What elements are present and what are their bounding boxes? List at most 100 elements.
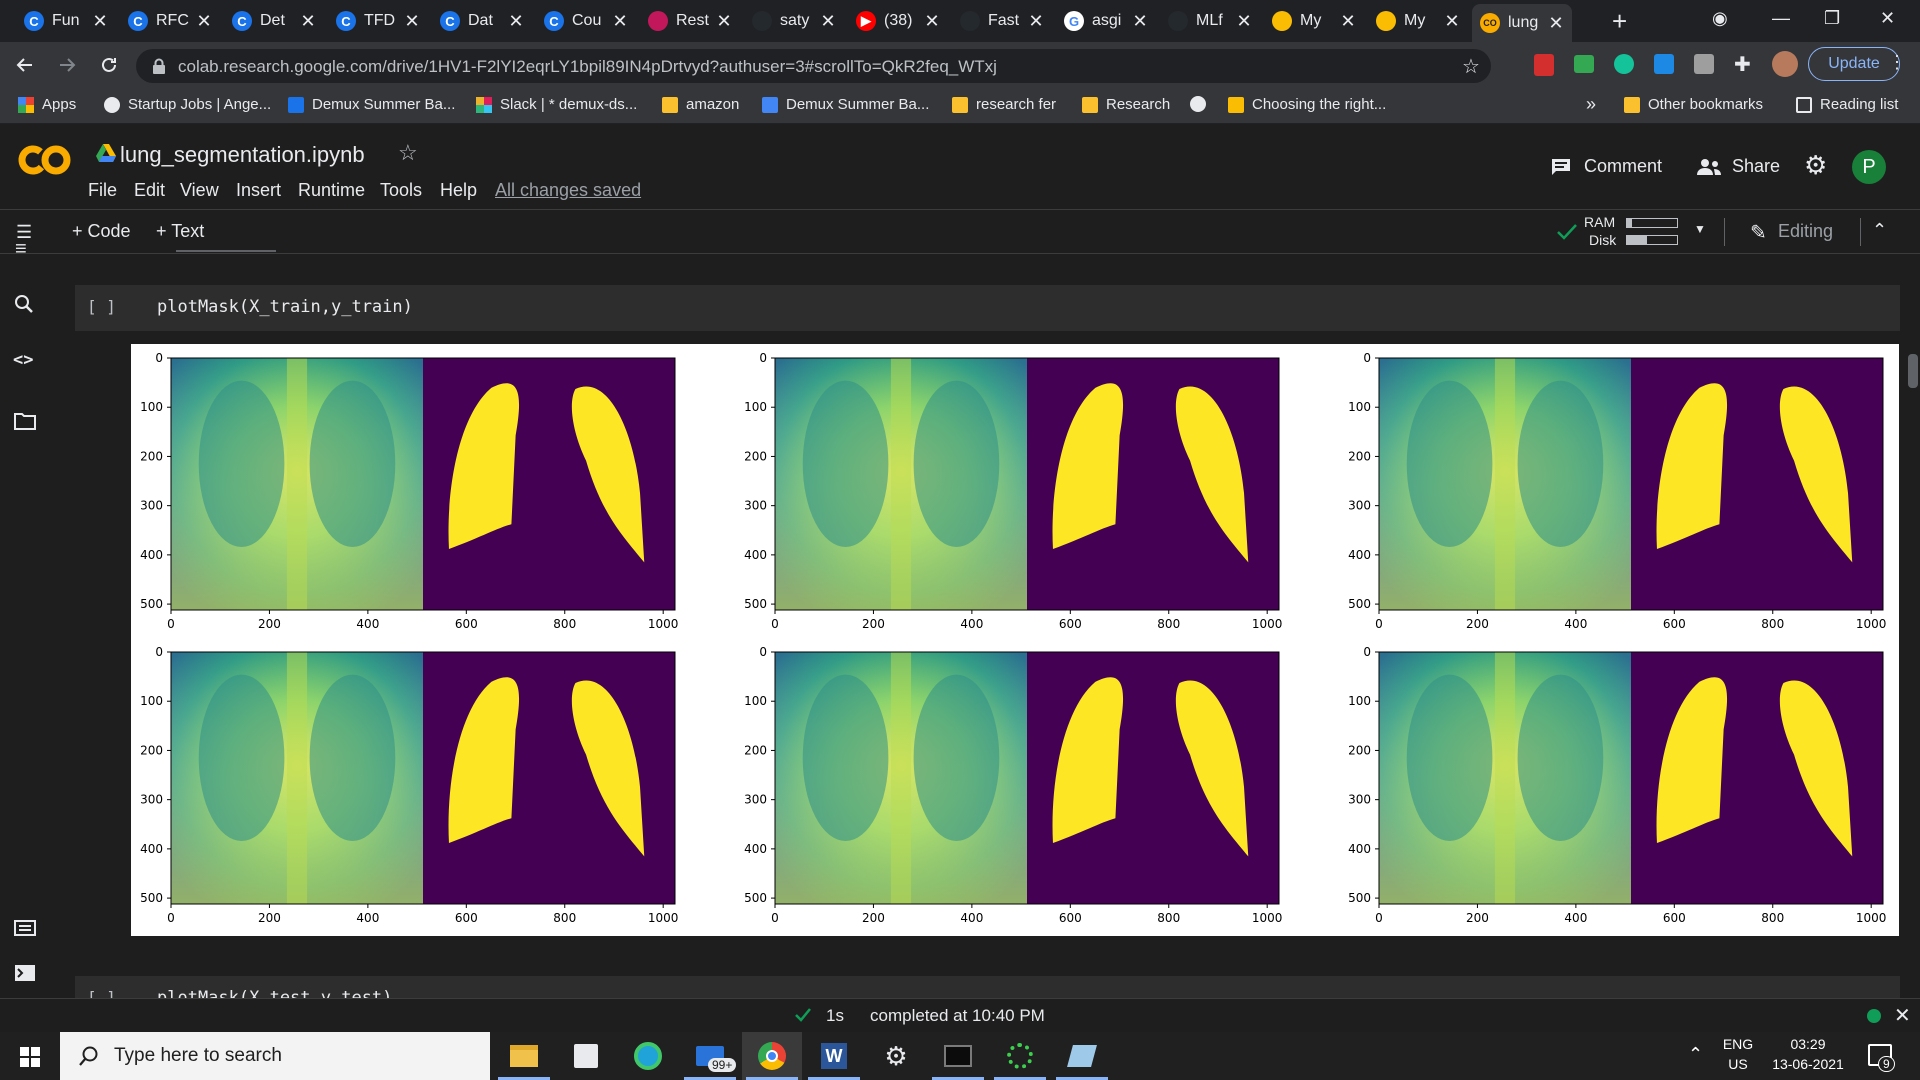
- menu-edit[interactable]: Edit: [134, 180, 165, 201]
- tab-close-icon[interactable]: ✕: [1548, 13, 1564, 34]
- tab-close-icon[interactable]: ✕: [1132, 11, 1148, 32]
- other-bookmarks[interactable]: Other bookmarks: [1624, 96, 1763, 113]
- star-icon[interactable]: ☆: [398, 140, 418, 166]
- save-status[interactable]: All changes saved: [495, 180, 641, 201]
- ram-meter[interactable]: [1626, 218, 1678, 228]
- browser-tab[interactable]: C RFC ✕: [120, 6, 220, 36]
- browser-tab[interactable]: Gasgi ✕: [1056, 6, 1156, 36]
- browser-tab[interactable]: Rest ✕: [640, 6, 740, 36]
- tab-close-icon[interactable]: ✕: [508, 11, 524, 32]
- browser-tab[interactable]: C Cou ✕: [536, 6, 636, 36]
- terminal-icon[interactable]: [14, 964, 36, 982]
- bookmark-item[interactable]: Demux Summer Ba...: [762, 96, 929, 113]
- tab-close-icon[interactable]: ✕: [716, 11, 732, 32]
- edge-app[interactable]: [618, 1032, 678, 1080]
- new-tab-button[interactable]: +: [1612, 6, 1627, 37]
- browser-tab[interactable]: My ✕: [1368, 6, 1468, 36]
- comment-button[interactable]: Comment: [1550, 156, 1662, 177]
- settings-gear-icon[interactable]: ⚙: [1804, 150, 1827, 181]
- menu-runtime[interactable]: Runtime: [298, 180, 365, 201]
- file-explorer-app[interactable]: [494, 1032, 554, 1080]
- menu-file[interactable]: File: [88, 180, 117, 201]
- bookmark-item[interactable]: Choosing the right...: [1228, 96, 1386, 113]
- files-folder-icon[interactable]: [14, 412, 36, 430]
- browser-tab[interactable]: My ✕: [1264, 6, 1364, 36]
- tab-close-icon[interactable]: ✕: [1340, 11, 1356, 32]
- search-icon[interactable]: [14, 294, 34, 314]
- tab-close-icon[interactable]: ✕: [820, 11, 836, 32]
- notebook-filename[interactable]: lung_segmentation.ipynb: [120, 142, 365, 168]
- kebab-menu-icon[interactable]: ⋮: [1888, 52, 1906, 73]
- tab-close-icon[interactable]: ✕: [404, 11, 420, 32]
- back-arrow-icon[interactable]: [14, 54, 36, 76]
- notes-app[interactable]: [1052, 1032, 1112, 1080]
- add-code-button[interactable]: + Code: [72, 221, 131, 242]
- language-indicator[interactable]: ENG US: [1718, 1036, 1758, 1072]
- menu-help[interactable]: Help: [440, 180, 477, 201]
- taskbar-search-box[interactable]: Type here to search: [60, 1032, 490, 1080]
- code-cell[interactable]: [ ] plotMask(X_train,y_train): [75, 285, 1900, 331]
- loader-app[interactable]: [990, 1032, 1050, 1080]
- bookmark-item[interactable]: [1190, 96, 1214, 112]
- tab-close-icon[interactable]: ✕: [612, 11, 628, 32]
- share-button[interactable]: Share: [1696, 156, 1780, 177]
- bookmark-item[interactable]: research fer: [952, 96, 1056, 113]
- profile-avatar[interactable]: [1772, 51, 1798, 77]
- browser-tab[interactable]: saty ✕: [744, 6, 844, 36]
- bookmark-item[interactable]: Apps: [18, 96, 76, 113]
- lock-icon[interactable]: [152, 58, 166, 74]
- extensions-puzzle-icon[interactable]: ✚: [1734, 52, 1751, 77]
- browser-tab[interactable]: ▶ (38) ✕: [848, 6, 948, 36]
- bookmark-item[interactable]: Research: [1082, 96, 1170, 113]
- tab-close-icon[interactable]: ✕: [1444, 11, 1460, 32]
- chrome-app[interactable]: [742, 1032, 802, 1080]
- code-snippets-icon[interactable]: <>: [13, 350, 33, 370]
- terminal-app[interactable]: [928, 1032, 988, 1080]
- extension-icon[interactable]: [1694, 54, 1714, 74]
- s-extension-icon[interactable]: [1654, 54, 1674, 74]
- cell-code[interactable]: plotMask(X_train,y_train): [157, 297, 413, 317]
- browser-tab[interactable]: C Dat ✕: [432, 6, 532, 36]
- address-bar[interactable]: colab.research.google.com/drive/1HV1-F2l…: [136, 49, 1491, 83]
- tray-chevron-up-icon[interactable]: ⌃: [1688, 1044, 1703, 1065]
- close-window-icon[interactable]: ✕: [1880, 8, 1895, 29]
- bookmark-item[interactable]: amazon: [662, 96, 739, 113]
- editing-mode-label[interactable]: Editing: [1778, 221, 1833, 242]
- tab-close-icon[interactable]: ✕: [1028, 11, 1044, 32]
- scrollbar-thumb[interactable]: [1908, 354, 1918, 388]
- tab-close-icon[interactable]: ✕: [1236, 11, 1252, 32]
- browser-tab[interactable]: C Fun ✕: [16, 6, 116, 36]
- tab-close-icon[interactable]: ✕: [92, 11, 108, 32]
- collapse-chevron-up-icon[interactable]: ⌃: [1872, 220, 1887, 241]
- command-palette-icon[interactable]: [14, 920, 36, 936]
- bookmark-item[interactable]: Demux Summer Ba...: [288, 96, 455, 113]
- bookmark-item[interactable]: Startup Jobs | Ange...: [104, 96, 271, 113]
- browser-tab[interactable]: C Det ✕: [224, 6, 324, 36]
- update-button[interactable]: Update: [1808, 47, 1900, 81]
- menu-view[interactable]: View: [180, 180, 219, 201]
- tab-close-icon[interactable]: ✕: [196, 11, 212, 32]
- bookmark-item[interactable]: Slack | * demux-ds...: [476, 96, 637, 113]
- word-app[interactable]: W: [804, 1032, 864, 1080]
- add-text-button[interactable]: + Text: [156, 221, 204, 242]
- minimize-icon[interactable]: —: [1772, 8, 1790, 29]
- reload-icon[interactable]: [98, 54, 120, 76]
- table-of-contents-icon[interactable]: ≡: [15, 238, 27, 261]
- more-bookmarks-chevron[interactable]: »: [1586, 94, 1596, 115]
- tab-search-icon[interactable]: ◉: [1712, 8, 1728, 29]
- resources-dropdown-icon[interactable]: ▼: [1694, 222, 1706, 236]
- code-cell[interactable]: [ ] plotMask(X_test,y_test): [75, 976, 1900, 998]
- taskbar-clock[interactable]: 03:29 13-06-2021: [1762, 1036, 1854, 1072]
- grammarly-extension-icon[interactable]: [1614, 54, 1634, 74]
- disk-meter[interactable]: [1626, 235, 1678, 245]
- user-avatar[interactable]: P: [1852, 150, 1886, 184]
- settings-app[interactable]: ⚙: [866, 1032, 926, 1080]
- menu-insert[interactable]: Insert: [236, 180, 281, 201]
- browser-tab[interactable]: CO lung ✕: [1472, 4, 1572, 42]
- menu-tools[interactable]: Tools: [380, 180, 422, 201]
- browser-tab[interactable]: C TFD ✕: [328, 6, 428, 36]
- mail-app[interactable]: 99+: [680, 1032, 740, 1080]
- bookmark-star-icon[interactable]: ☆: [1462, 54, 1480, 79]
- browser-tab[interactable]: Fast ✕: [952, 6, 1052, 36]
- tab-close-icon[interactable]: ✕: [300, 11, 316, 32]
